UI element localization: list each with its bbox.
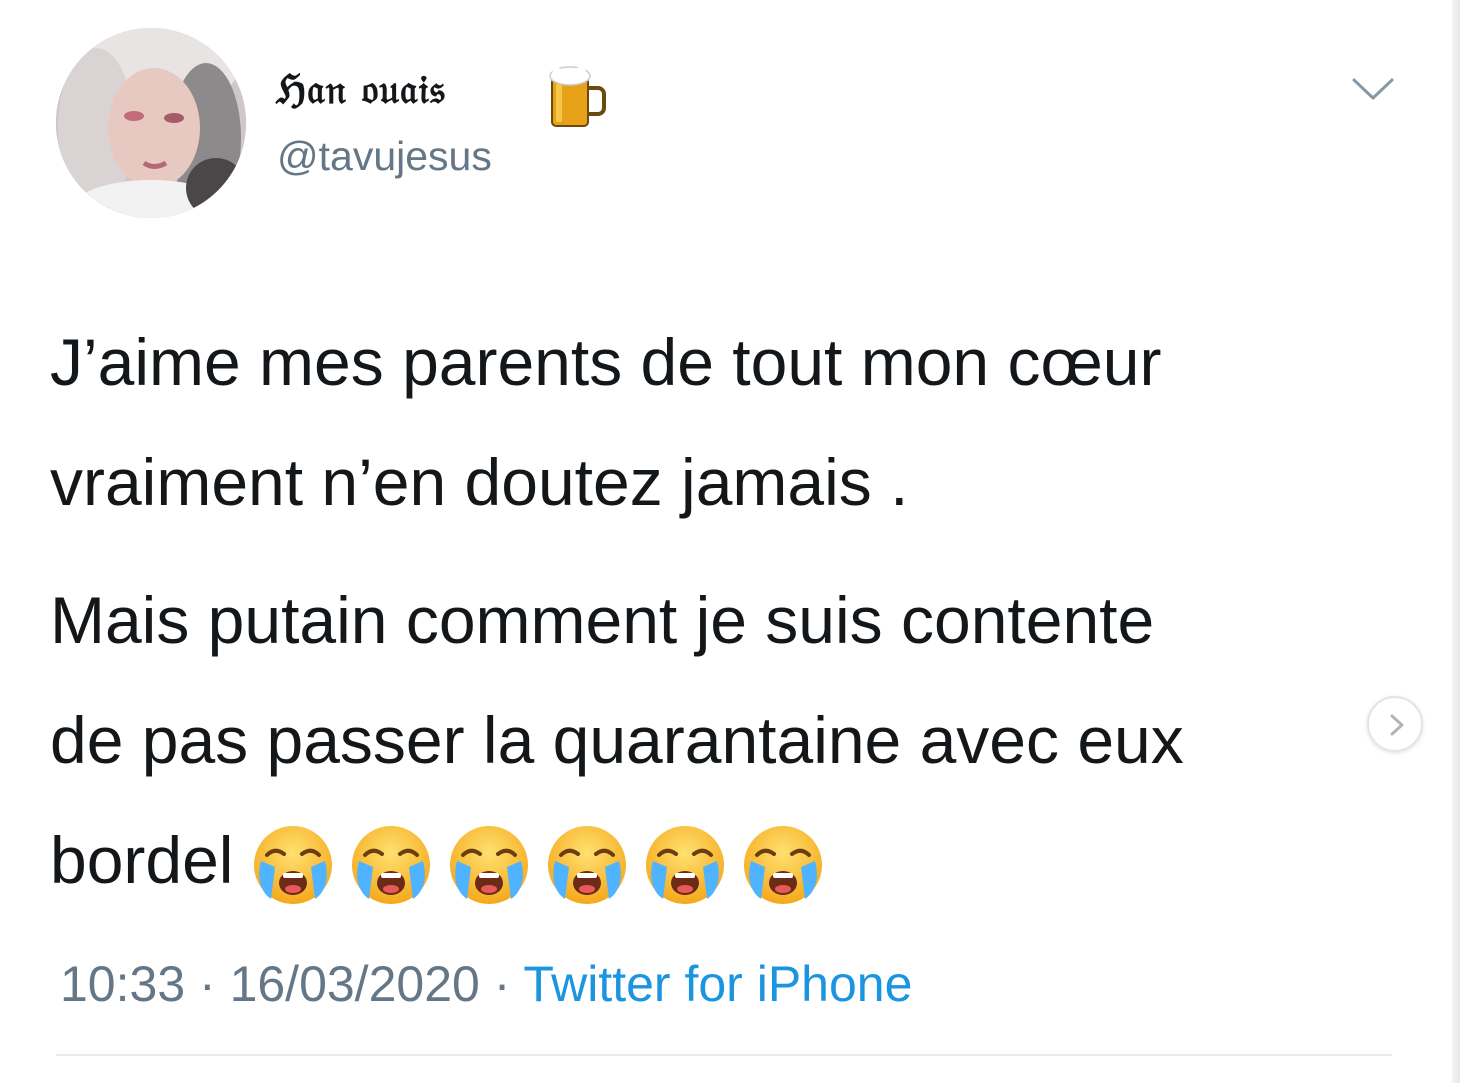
loudly-crying-face-icon xyxy=(254,826,333,905)
beer-mug-icon xyxy=(549,66,606,127)
emoji-row xyxy=(251,800,839,920)
avatar-photo xyxy=(56,28,246,218)
user-handle[interactable]: @tavujesus xyxy=(277,133,492,180)
tweet-source-link[interactable]: Twitter for iPhone xyxy=(523,956,912,1012)
page-edge xyxy=(1452,0,1460,1083)
display-name[interactable]: ℌ𝔞𝔫 𝔬𝔲𝔞𝔦𝔰 xyxy=(276,66,446,113)
tweet-line: Mais putain comment je suis contente xyxy=(50,583,1155,657)
tweet-line: bordel xyxy=(50,823,234,897)
loudly-crying-face-icon xyxy=(646,826,725,905)
chevron-right-icon xyxy=(1390,714,1404,736)
tweet-line: J’aime mes parents de tout mon cœur xyxy=(50,325,1162,399)
loudly-crying-face-icon xyxy=(450,826,529,905)
tweet-line: de pas passer la quarantaine avec eux xyxy=(50,703,1184,777)
tweet-date[interactable]: 16/03/2020 xyxy=(230,956,480,1012)
tweet-time[interactable]: 10:33 xyxy=(60,956,185,1012)
meta-separator: · xyxy=(185,956,230,1012)
next-slide-button[interactable] xyxy=(1367,696,1423,752)
loudly-crying-face-icon xyxy=(548,826,627,905)
meta-separator: · xyxy=(479,956,524,1012)
loudly-crying-face-icon xyxy=(744,826,823,905)
tweet-text: J’aime mes parents de tout mon cœur vrai… xyxy=(50,302,1390,920)
tweet-meta: 10:33 · 16/03/2020 · Twitter for iPhone xyxy=(60,955,912,1013)
tweet-last-line: bordel xyxy=(50,800,1390,920)
avatar[interactable] xyxy=(56,28,246,218)
divider xyxy=(56,1054,1392,1056)
chevron-down-icon[interactable] xyxy=(1350,72,1396,106)
tweet-line: vraiment n’en doutez jamais . xyxy=(50,445,909,519)
loudly-crying-face-icon xyxy=(352,826,431,905)
